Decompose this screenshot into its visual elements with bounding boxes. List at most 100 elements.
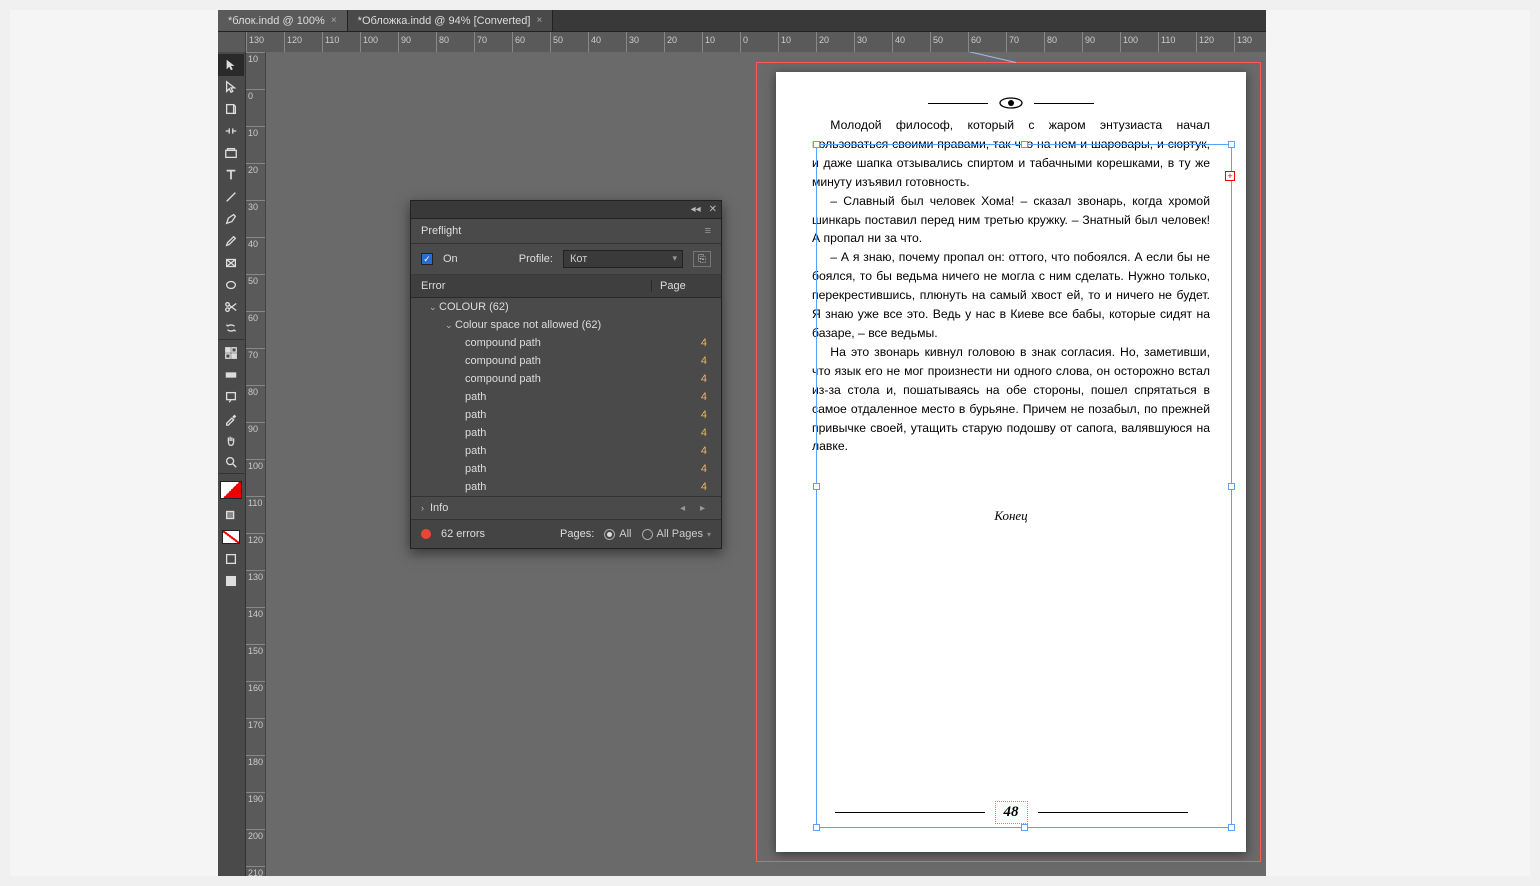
page-tool[interactable] — [218, 98, 244, 120]
note-tool[interactable] — [218, 386, 244, 408]
chevron-down-icon: ⌄ — [429, 302, 439, 313]
error-item-page: 4 — [661, 373, 711, 385]
col-error-label: Error — [421, 280, 651, 292]
error-item-page: 4 — [661, 391, 711, 403]
document-page[interactable]: Молодой философ, который с жаром энтузиа… — [776, 72, 1246, 852]
error-item[interactable]: path4 — [411, 442, 721, 460]
profile-dropdown[interactable]: Кот — [563, 250, 683, 268]
preflight-on-checkbox[interactable]: ✓ — [421, 253, 433, 265]
selection-tool[interactable] — [218, 54, 244, 76]
gap-tool[interactable] — [218, 120, 244, 142]
panel-tab[interactable]: Preflight ≡ — [411, 219, 721, 244]
fill-stroke-swap[interactable] — [218, 476, 244, 504]
error-status-icon — [421, 529, 431, 539]
gradient-feather-tool[interactable] — [218, 364, 244, 386]
page-ornament-top — [776, 96, 1246, 110]
error-item[interactable]: compound path4 — [411, 370, 721, 388]
type-tool[interactable] — [218, 164, 244, 186]
error-item-label: path — [465, 427, 661, 439]
page-number[interactable]: 48 — [995, 801, 1028, 824]
col-page-label: Page — [651, 280, 711, 292]
eye-icon — [998, 96, 1024, 110]
pages-radio-allpages[interactable]: All Pages ▾ — [642, 528, 712, 540]
indesign-window: *блок.indd @ 100% × *Обложка.indd @ 94% … — [218, 10, 1266, 876]
resize-handle[interactable] — [1021, 824, 1028, 831]
ornament-line — [835, 812, 985, 813]
view-mode-normal[interactable] — [218, 548, 244, 570]
ruler-origin[interactable] — [218, 32, 246, 52]
panel-footer: 62 errors Pages: All All Pages ▾ — [411, 519, 721, 548]
radio-icon — [604, 529, 615, 540]
pencil-tool[interactable] — [218, 230, 244, 252]
info-section[interactable]: › Info ◂ ▸ — [411, 496, 721, 519]
apply-none[interactable] — [218, 526, 244, 548]
error-item-page: 4 — [661, 481, 711, 493]
tab-document-2[interactable]: *Обложка.indd @ 94% [Converted] × — [348, 10, 554, 31]
ruler-vertical[interactable]: 1001020304050607080901001101201301401501… — [246, 52, 266, 876]
error-item[interactable]: compound path4 — [411, 334, 721, 352]
panel-title: Preflight — [421, 225, 461, 237]
error-item-label: path — [465, 463, 661, 475]
gradient-swatch-tool[interactable] — [218, 342, 244, 364]
embed-profile-icon[interactable]: ⎘ — [693, 251, 711, 267]
ruler-horizontal[interactable]: 1301201101009080706050403020100102030405… — [246, 32, 1266, 52]
error-item-label: path — [465, 409, 661, 421]
collapse-icon[interactable]: ◂◂ — [691, 204, 701, 215]
line-tool[interactable] — [218, 186, 244, 208]
panel-titlebar[interactable]: ◂◂ ✕ — [411, 201, 721, 219]
close-icon[interactable]: × — [536, 15, 542, 26]
profile-value: Кот — [570, 253, 587, 265]
apply-to-container[interactable] — [218, 504, 244, 526]
paragraph: – Славный был человек Хома! – сказал зво… — [812, 192, 1210, 249]
error-group[interactable]: ⌄ COLOUR (62) — [411, 298, 721, 316]
scissors-tool[interactable] — [218, 296, 244, 318]
error-nav-arrows[interactable]: ◂ ▸ — [680, 503, 711, 514]
pen-tool[interactable] — [218, 208, 244, 230]
error-item-label: path — [465, 481, 661, 493]
error-subgroup[interactable]: ⌄ Colour space not allowed (62) — [411, 316, 721, 334]
preflight-panel[interactable]: ◂◂ ✕ Preflight ≡ ✓ On Profile: Кот — [410, 200, 722, 549]
resize-handle[interactable] — [1228, 824, 1235, 831]
pages-radio-all[interactable]: All — [604, 528, 631, 540]
error-count: 62 errors — [441, 528, 485, 540]
chevron-right-icon: › — [421, 503, 424, 513]
direct-selection-tool[interactable] — [218, 76, 244, 98]
error-item-page: 4 — [661, 337, 711, 349]
tools-panel — [218, 52, 246, 876]
error-item-page: 4 — [661, 463, 711, 475]
document-tabs: *блок.indd @ 100% × *Обложка.indd @ 94% … — [218, 10, 1266, 32]
close-icon[interactable]: ✕ — [709, 204, 717, 215]
error-item-page: 4 — [661, 355, 711, 367]
error-item[interactable]: path4 — [411, 424, 721, 442]
free-transform-tool[interactable] — [218, 318, 244, 340]
app-container: *блок.indd @ 100% × *Обложка.indd @ 94% … — [10, 10, 1530, 876]
resize-handle[interactable] — [813, 824, 820, 831]
canvas[interactable]: Молодой философ, который с жаром энтузиа… — [266, 52, 1266, 876]
none-swatch-icon — [222, 530, 240, 544]
content-collector-tool[interactable] — [218, 142, 244, 164]
ornament-line — [1034, 103, 1094, 104]
error-item[interactable]: path4 — [411, 406, 721, 424]
error-item[interactable]: path4 — [411, 460, 721, 478]
error-item[interactable]: path4 — [411, 388, 721, 406]
rectangle-tool[interactable] — [218, 274, 244, 296]
tab-label: *Обложка.indd @ 94% [Converted] — [358, 15, 531, 27]
hand-tool[interactable] — [218, 430, 244, 452]
rectangle-frame-tool[interactable] — [218, 252, 244, 274]
zoom-tool[interactable] — [218, 452, 244, 474]
error-item-label: path — [465, 445, 661, 457]
close-icon[interactable]: × — [331, 15, 337, 26]
view-mode-preview[interactable] — [218, 570, 244, 592]
error-list[interactable]: ⌄ COLOUR (62) ⌄ Colour space not allowed… — [411, 298, 721, 496]
radio-icon — [642, 529, 653, 540]
workspace: 1001020304050607080901001101201301401501… — [218, 52, 1266, 876]
error-item[interactable]: path4 — [411, 478, 721, 496]
error-item-page: 4 — [661, 409, 711, 421]
page-body-text: Молодой философ, который с жаром энтузиа… — [776, 116, 1246, 526]
tab-document-1[interactable]: *блок.indd @ 100% × — [218, 10, 348, 31]
error-item-page: 4 — [661, 445, 711, 457]
panel-menu-icon[interactable]: ≡ — [705, 225, 711, 237]
eyedropper-tool[interactable] — [218, 408, 244, 430]
error-item-label: compound path — [465, 373, 661, 385]
error-item[interactable]: compound path4 — [411, 352, 721, 370]
